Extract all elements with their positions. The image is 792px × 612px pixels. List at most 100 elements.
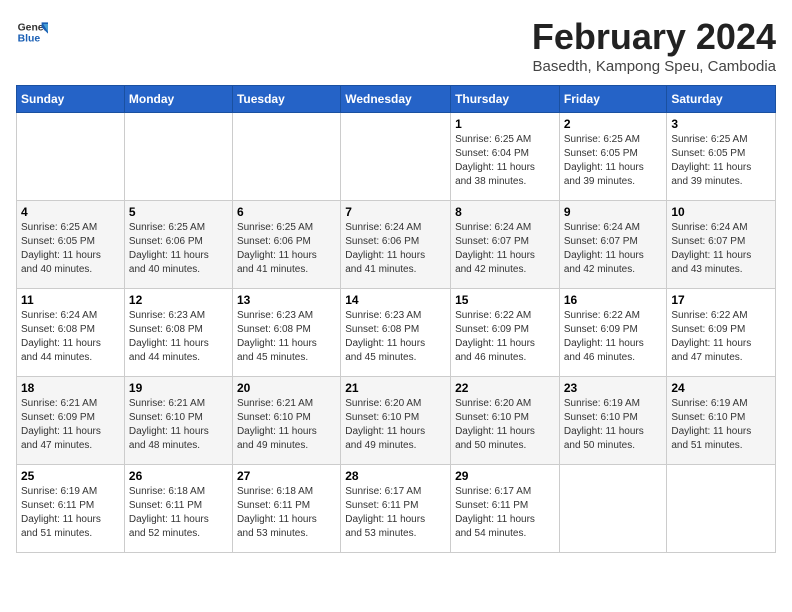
day-info: Sunrise: 6:22 AM Sunset: 6:09 PM Dayligh… <box>455 309 555 365</box>
day-info: Sunrise: 6:19 AM Sunset: 6:10 PM Dayligh… <box>564 397 663 453</box>
day-number: 4 <box>21 205 120 219</box>
day-header-wednesday: Wednesday <box>341 86 451 113</box>
calendar-cell: 28Sunrise: 6:17 AM Sunset: 6:11 PM Dayli… <box>341 465 451 553</box>
day-number: 18 <box>21 381 120 395</box>
day-info: Sunrise: 6:23 AM Sunset: 6:08 PM Dayligh… <box>345 309 446 365</box>
day-number: 17 <box>671 293 771 307</box>
day-number: 16 <box>564 293 663 307</box>
day-info: Sunrise: 6:20 AM Sunset: 6:10 PM Dayligh… <box>345 397 446 453</box>
day-info: Sunrise: 6:25 AM Sunset: 6:06 PM Dayligh… <box>129 221 228 277</box>
calendar-cell <box>559 465 667 553</box>
day-info: Sunrise: 6:22 AM Sunset: 6:09 PM Dayligh… <box>671 309 771 365</box>
day-number: 13 <box>237 293 336 307</box>
calendar-cell: 29 Sunrise: 6:17 AM Sunset: 6:11 PM Dayli… <box>451 465 560 553</box>
day-header-monday: Monday <box>124 86 232 113</box>
calendar-cell: 25Sunrise: 6:19 AM Sunset: 6:11 PM Dayli… <box>17 465 125 553</box>
day-info: Sunrise: 6:21 AM Sunset: 6:09 PM Dayligh… <box>21 397 120 453</box>
calendar-week-1: 1 Sunrise: 6:25 AM Sunset: 6:04 PM Daylig… <box>17 113 776 201</box>
calendar-cell: 5 Sunrise: 6:25 AM Sunset: 6:06 PM Daylig… <box>124 201 232 289</box>
calendar-week-4: 18 Sunrise: 6:21 AM Sunset: 6:09 PM Dayli… <box>17 377 776 465</box>
svg-text:Blue: Blue <box>18 34 41 45</box>
logo: General Blue <box>16 16 48 48</box>
day-header-tuesday: Tuesday <box>232 86 340 113</box>
day-info: Sunrise: 6:24 AM Sunset: 6:07 PM Dayligh… <box>564 221 663 277</box>
day-number: 28 <box>345 469 446 483</box>
calendar-cell: 24 Sunrise: 6:19 AM Sunset: 6:10 PM Dayli… <box>667 377 776 465</box>
day-number: 22 <box>455 381 555 395</box>
calendar-cell: 21 Sunrise: 6:20 AM Sunset: 6:10 PM Dayli… <box>341 377 451 465</box>
day-number: 12 <box>129 293 228 307</box>
day-number: 5 <box>129 205 228 219</box>
day-number: 21 <box>345 381 446 395</box>
day-info: Sunrise: 6:21 AM Sunset: 6:10 PM Dayligh… <box>129 397 228 453</box>
logo-icon: General Blue <box>16 16 48 48</box>
day-info: Sunrise: 6:25 AM Sunset: 6:06 PM Dayligh… <box>237 221 336 277</box>
calendar-cell <box>667 465 776 553</box>
calendar-cell: 1 Sunrise: 6:25 AM Sunset: 6:04 PM Daylig… <box>451 113 560 201</box>
day-number: 3 <box>671 117 771 131</box>
day-header-thursday: Thursday <box>451 86 560 113</box>
day-number: 23 <box>564 381 663 395</box>
day-number: 15 <box>455 293 555 307</box>
calendar-cell: 10 Sunrise: 6:24 AM Sunset: 6:07 PM Dayli… <box>667 201 776 289</box>
day-info: Sunrise: 6:24 AM Sunset: 6:07 PM Dayligh… <box>455 221 555 277</box>
calendar-cell: 14 Sunrise: 6:23 AM Sunset: 6:08 PM Dayli… <box>341 289 451 377</box>
calendar-cell: 20 Sunrise: 6:21 AM Sunset: 6:10 PM Dayli… <box>232 377 340 465</box>
calendar-cell <box>232 113 340 201</box>
day-info: Sunrise: 6:22 AM Sunset: 6:09 PM Dayligh… <box>564 309 663 365</box>
calendar-cell: 15 Sunrise: 6:22 AM Sunset: 6:09 PM Dayli… <box>451 289 560 377</box>
day-number: 6 <box>237 205 336 219</box>
day-number: 29 <box>455 469 555 483</box>
calendar-cell: 23 Sunrise: 6:19 AM Sunset: 6:10 PM Dayli… <box>559 377 667 465</box>
calendar-cell: 18 Sunrise: 6:21 AM Sunset: 6:09 PM Dayli… <box>17 377 125 465</box>
day-info: Sunrise: 6:24 AM Sunset: 6:07 PM Dayligh… <box>671 221 771 277</box>
day-info: Sunrise: 6:23 AM Sunset: 6:08 PM Dayligh… <box>237 309 336 365</box>
day-info: Sunrise: 6:19 AM Sunset: 6:10 PM Dayligh… <box>671 397 771 453</box>
calendar-cell: 7Sunrise: 6:24 AM Sunset: 6:06 PM Daylig… <box>341 201 451 289</box>
calendar-cell: 8Sunrise: 6:24 AM Sunset: 6:07 PM Daylig… <box>451 201 560 289</box>
title-section: February 2024 Basedth, Kampong Speu, Cam… <box>532 16 776 75</box>
day-info: Sunrise: 6:18 AM Sunset: 6:11 PM Dayligh… <box>129 485 228 541</box>
calendar-cell <box>341 113 451 201</box>
day-number: 9 <box>564 205 663 219</box>
calendar-cell: 17 Sunrise: 6:22 AM Sunset: 6:09 PM Dayli… <box>667 289 776 377</box>
day-number: 11 <box>21 293 120 307</box>
day-info: Sunrise: 6:18 AM Sunset: 6:11 PM Dayligh… <box>237 485 336 541</box>
calendar-cell: 19 Sunrise: 6:21 AM Sunset: 6:10 PM Dayli… <box>124 377 232 465</box>
calendar-cell: 16 Sunrise: 6:22 AM Sunset: 6:09 PM Dayli… <box>559 289 667 377</box>
day-info: Sunrise: 6:25 AM Sunset: 6:05 PM Dayligh… <box>671 133 771 189</box>
calendar-cell: 2Sunrise: 6:25 AM Sunset: 6:05 PM Daylig… <box>559 113 667 201</box>
day-number: 19 <box>129 381 228 395</box>
day-info: Sunrise: 6:21 AM Sunset: 6:10 PM Dayligh… <box>237 397 336 453</box>
day-number: 20 <box>237 381 336 395</box>
page-header: General Blue February 2024 Basedth, Kamp… <box>16 16 776 75</box>
calendar-cell: 3 Sunrise: 6:25 AM Sunset: 6:05 PM Daylig… <box>667 113 776 201</box>
calendar-cell: 4 Sunrise: 6:25 AM Sunset: 6:05 PM Daylig… <box>17 201 125 289</box>
calendar-cell: 6 Sunrise: 6:25 AM Sunset: 6:06 PM Daylig… <box>232 201 340 289</box>
day-info: Sunrise: 6:25 AM Sunset: 6:05 PM Dayligh… <box>21 221 120 277</box>
day-number: 10 <box>671 205 771 219</box>
day-info: Sunrise: 6:17 AM Sunset: 6:11 PM Dayligh… <box>455 485 555 541</box>
day-header-sunday: Sunday <box>17 86 125 113</box>
calendar-week-3: 11Sunrise: 6:24 AM Sunset: 6:08 PM Dayli… <box>17 289 776 377</box>
calendar-week-2: 4 Sunrise: 6:25 AM Sunset: 6:05 PM Daylig… <box>17 201 776 289</box>
day-info: Sunrise: 6:24 AM Sunset: 6:06 PM Dayligh… <box>345 221 446 277</box>
day-number: 1 <box>455 117 555 131</box>
day-header-saturday: Saturday <box>667 86 776 113</box>
day-number: 14 <box>345 293 446 307</box>
calendar-week-5: 25Sunrise: 6:19 AM Sunset: 6:11 PM Dayli… <box>17 465 776 553</box>
day-number: 26 <box>129 469 228 483</box>
day-info: Sunrise: 6:19 AM Sunset: 6:11 PM Dayligh… <box>21 485 120 541</box>
day-info: Sunrise: 6:20 AM Sunset: 6:10 PM Dayligh… <box>455 397 555 453</box>
day-info: Sunrise: 6:23 AM Sunset: 6:08 PM Dayligh… <box>129 309 228 365</box>
calendar-cell: 12 Sunrise: 6:23 AM Sunset: 6:08 PM Dayli… <box>124 289 232 377</box>
calendar-cell: 27Sunrise: 6:18 AM Sunset: 6:11 PM Dayli… <box>232 465 340 553</box>
calendar-header-row: SundayMondayTuesdayWednesdayThursdayFrid… <box>17 86 776 113</box>
day-number: 24 <box>671 381 771 395</box>
day-header-friday: Friday <box>559 86 667 113</box>
day-info: Sunrise: 6:25 AM Sunset: 6:04 PM Dayligh… <box>455 133 555 189</box>
calendar-cell: 22 Sunrise: 6:20 AM Sunset: 6:10 PM Dayli… <box>451 377 560 465</box>
calendar-cell <box>124 113 232 201</box>
calendar-cell: 11Sunrise: 6:24 AM Sunset: 6:08 PM Dayli… <box>17 289 125 377</box>
calendar-subtitle: Basedth, Kampong Speu, Cambodia <box>532 58 776 75</box>
